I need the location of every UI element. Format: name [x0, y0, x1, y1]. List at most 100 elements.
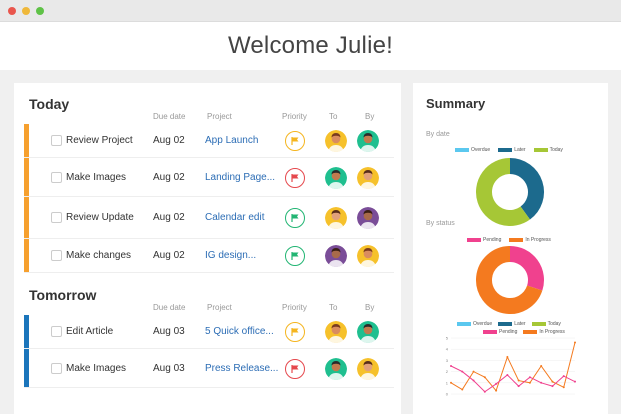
task-due-date: Aug 02 — [153, 171, 185, 183]
summary-panel: Summary By date Overdue Later Today By s… — [413, 83, 608, 414]
data-point — [574, 380, 576, 383]
legend-swatch — [498, 322, 513, 326]
data-point — [495, 389, 498, 392]
date-legend: Overdue Later Today — [455, 147, 563, 153]
priority-flag-icon[interactable] — [285, 208, 305, 228]
assigner-avatar[interactable] — [357, 166, 379, 189]
line-legend: Overdue Later Today — [457, 321, 561, 327]
y-tick-label: 0 — [446, 392, 449, 397]
by-status-donut-chart — [476, 246, 544, 314]
data-point — [450, 381, 452, 384]
task-row[interactable]: Make Images Aug 03 Press Release... — [24, 349, 394, 388]
data-point — [506, 373, 509, 376]
task-project-link[interactable]: Calendar edit — [205, 212, 264, 223]
legend-label: Overdue — [471, 147, 491, 153]
task-name: Review Update — [66, 212, 134, 223]
assignee-avatar[interactable] — [325, 245, 347, 267]
assigner-avatar[interactable] — [357, 357, 379, 380]
data-point — [483, 376, 486, 379]
task-project-link[interactable]: App Launch — [205, 135, 258, 146]
priority-flag-icon[interactable] — [285, 246, 305, 266]
data-point — [562, 386, 565, 389]
legend-label: In Progress — [525, 237, 551, 243]
task-name: Make Images — [66, 171, 127, 183]
column-priority: Priority — [282, 112, 307, 121]
by-date-label: By date — [426, 131, 450, 138]
column-priority: Priority — [282, 303, 307, 312]
assigner-avatar[interactable] — [357, 321, 379, 343]
assigner-avatar[interactable] — [357, 207, 379, 229]
legend-label: Later — [514, 321, 526, 327]
legend-swatch — [533, 148, 548, 152]
task-due-date: Aug 03 — [153, 362, 185, 374]
tasks-panel: Today Due date Project Priority To By Re… — [14, 83, 401, 414]
minimize-window-button[interactable] — [22, 7, 30, 15]
column-project: Project — [207, 112, 232, 121]
task-row[interactable]: Make changes Aug 02 IG design... — [24, 239, 394, 273]
column-to: To — [329, 303, 338, 312]
assignee-avatar[interactable] — [325, 321, 347, 343]
assignee-avatar[interactable] — [325, 166, 347, 189]
close-window-button[interactable] — [8, 7, 16, 15]
legend-swatch — [455, 148, 469, 152]
data-point — [517, 379, 520, 382]
summary-title: Summary — [426, 96, 486, 111]
column-to: To — [329, 112, 338, 121]
task-row[interactable]: Edit Article Aug 03 5 Quick office... — [24, 315, 394, 349]
data-point — [472, 370, 475, 373]
task-project-link[interactable]: Press Release... — [205, 363, 278, 374]
assignee-avatar[interactable] — [325, 357, 347, 380]
task-checkbox[interactable] — [51, 250, 62, 261]
section-title-tomorrow: Tomorrow — [29, 287, 97, 303]
series-line-in-progress — [450, 342, 576, 392]
column-by: By — [365, 303, 375, 312]
task-project-link[interactable]: IG design... — [205, 250, 256, 261]
y-tick-label: 2 — [446, 369, 449, 374]
data-point — [506, 356, 509, 359]
task-checkbox[interactable] — [51, 212, 62, 223]
task-project-link[interactable]: Landing Page... — [205, 172, 275, 183]
legend-swatch — [509, 238, 524, 242]
status-legend: Pending In Progress — [467, 237, 551, 243]
assignee-avatar[interactable] — [325, 130, 347, 152]
task-group-bar — [24, 239, 29, 272]
data-point — [461, 388, 464, 391]
priority-flag-icon[interactable] — [285, 131, 305, 151]
by-date-donut-chart — [476, 158, 544, 226]
data-point — [540, 365, 543, 367]
assigner-avatar[interactable] — [357, 245, 379, 267]
donut-slice-later — [509, 158, 544, 220]
data-point — [483, 390, 486, 393]
legend-label: Overdue — [473, 321, 493, 327]
task-group-bar — [24, 158, 29, 196]
task-checkbox[interactable] — [51, 171, 62, 183]
data-point — [461, 370, 464, 373]
task-row[interactable]: Review Update Aug 02 Calendar edit — [24, 197, 394, 239]
by-status-label: By status — [426, 220, 455, 227]
task-checkbox[interactable] — [51, 362, 62, 374]
data-point — [495, 382, 498, 385]
page-title: Welcome Julie! — [227, 32, 394, 59]
task-group-bar — [24, 197, 29, 238]
assigner-avatar[interactable] — [357, 130, 379, 152]
data-point — [540, 381, 543, 384]
column-due-date: Due date — [153, 303, 186, 312]
priority-flag-icon[interactable] — [285, 358, 305, 379]
status-line-chart: 0 1 2 3 4 5 — [446, 336, 576, 397]
priority-flag-icon[interactable] — [285, 167, 305, 188]
legend-swatch — [531, 322, 546, 326]
task-checkbox[interactable] — [51, 135, 62, 146]
task-checkbox[interactable] — [51, 326, 62, 337]
priority-flag-icon[interactable] — [285, 322, 305, 342]
task-row[interactable]: Make Images Aug 02 Landing Page... — [24, 158, 394, 197]
window-titlebar — [0, 0, 621, 22]
column-due-date: Due date — [153, 112, 186, 121]
y-tick-label: 3 — [446, 358, 449, 363]
section-title-today: Today — [29, 96, 70, 112]
task-row[interactable]: Review Project Aug 02 App Launch — [24, 124, 394, 158]
task-project-link[interactable]: 5 Quick office... — [205, 326, 274, 337]
maximize-window-button[interactable] — [36, 7, 44, 15]
assignee-avatar[interactable] — [325, 207, 347, 229]
data-point — [528, 381, 531, 384]
task-name: Edit Article — [66, 326, 114, 337]
